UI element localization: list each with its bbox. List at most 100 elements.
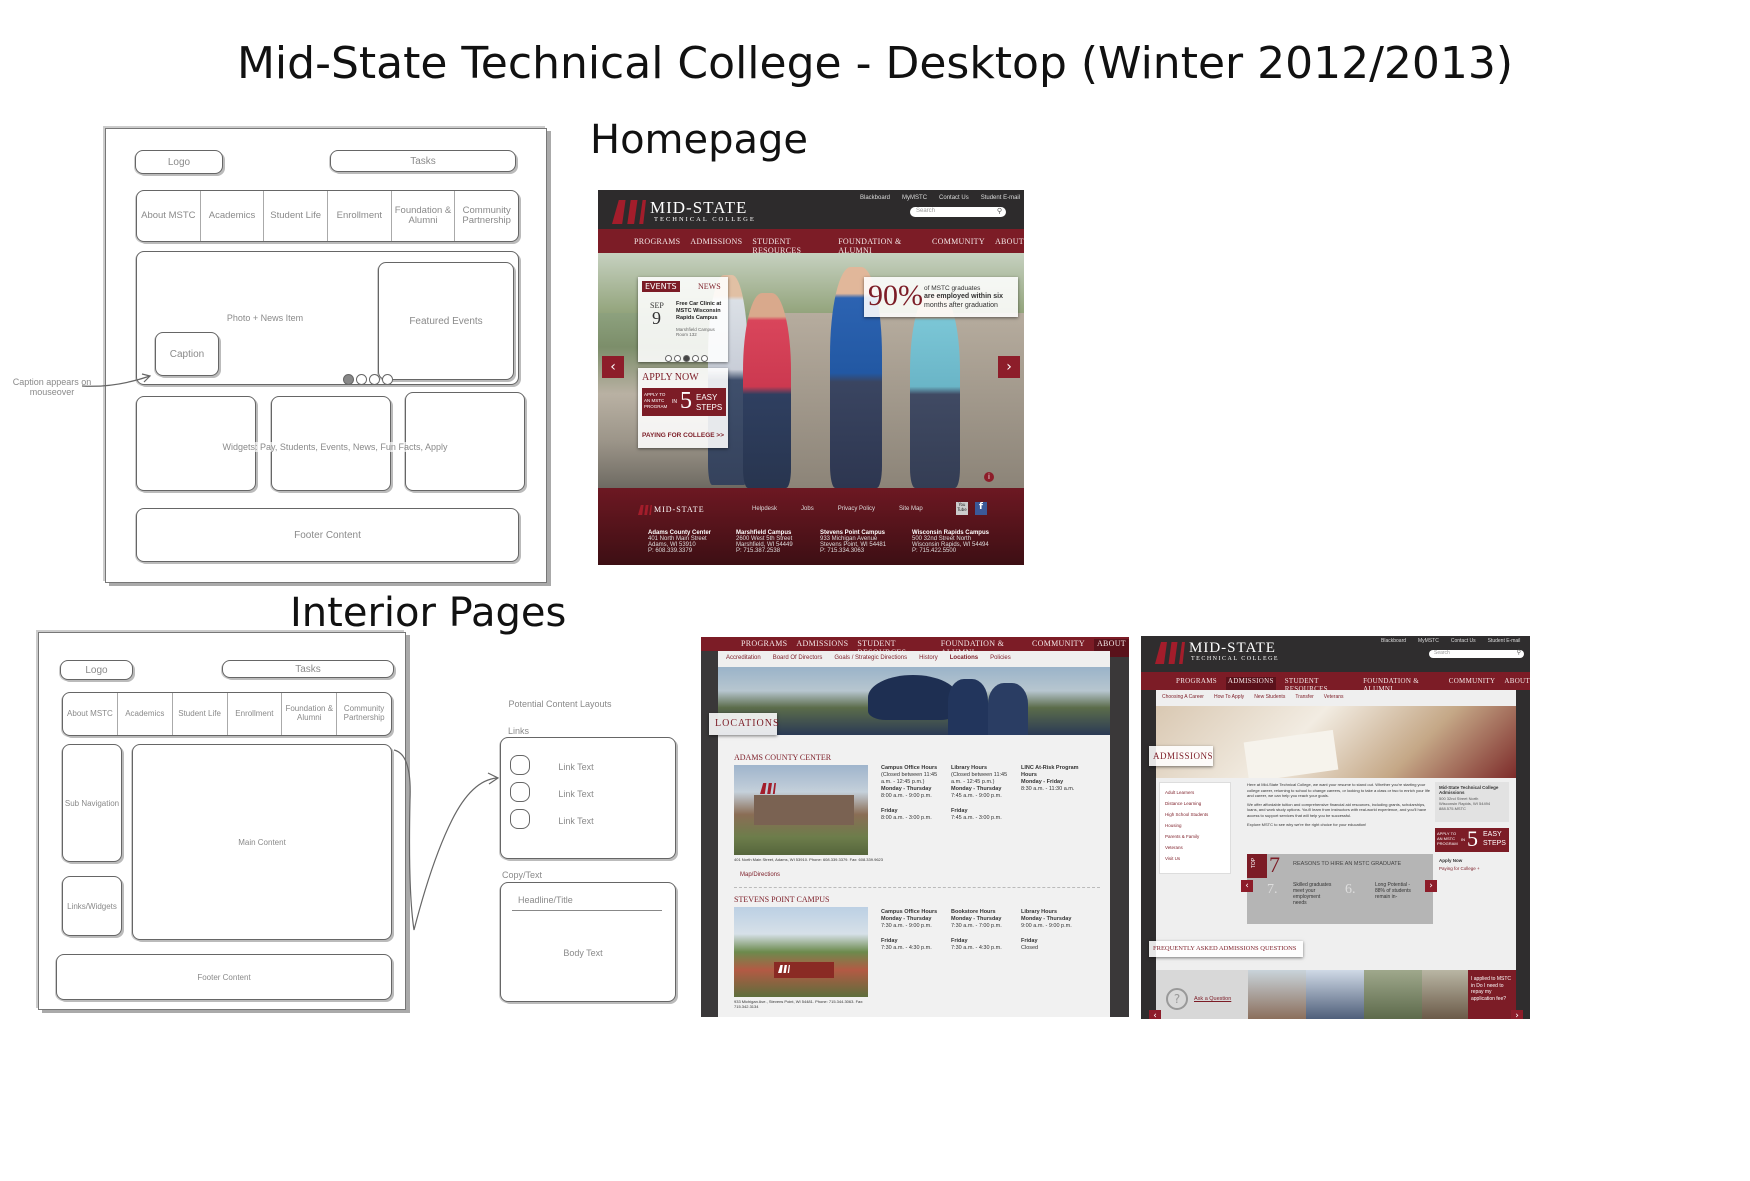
subnav-item[interactable]: New Students — [1254, 694, 1285, 700]
center-address: 933 Michigan Ave., Stevens Point, WI 544… — [734, 999, 864, 1009]
wf-link-text: Link Text — [558, 816, 594, 826]
search-icon[interactable]: ⚲ — [1517, 649, 1521, 656]
event-slider-dots[interactable] — [664, 347, 709, 366]
wf-nav-item: Academics — [201, 191, 265, 241]
utility-link[interactable]: Blackboard — [1381, 638, 1406, 644]
campus-block: Marshfield Campus 2600 West 5th Street M… — [736, 530, 793, 554]
footer-link[interactable]: Jobs — [801, 506, 814, 512]
tab-news[interactable]: NEWS — [698, 282, 721, 291]
campus-block: Stevens Point Campus 933 Michigan Avenue… — [820, 530, 887, 554]
footer-logo-text: MID-STATE — [654, 505, 705, 514]
mstc-logo-subtext: TECHNICAL COLLEGE — [654, 216, 756, 223]
campus-block: Wisconsin Rapids Campus 500 32nd Street … — [912, 530, 989, 554]
faq-prev-button[interactable]: ‹ — [1149, 1010, 1161, 1019]
utility-link[interactable]: MyMSTC — [1418, 638, 1439, 644]
wf-photo-news: Photo + News Item — [226, 313, 304, 323]
subnav-item[interactable]: Choosing A Career — [1162, 694, 1204, 700]
hero-prev-button[interactable]: ‹ — [602, 356, 624, 378]
main-nav: PROGRAMS ADMISSIONS STUDENT RESOURCES FO… — [598, 229, 1024, 255]
search-icon[interactable]: ⚲ — [997, 207, 1002, 215]
faq-next-button[interactable]: › — [1511, 1010, 1523, 1019]
mstc-logo-icon[interactable] — [1155, 642, 1185, 664]
wf-sub-navigation: Sub Navigation — [62, 744, 122, 862]
wf-potential-layouts: Potential Content Layouts — [508, 699, 612, 709]
subnav-item[interactable]: Veterans — [1324, 694, 1344, 700]
hours-block: Bookstore Hours Monday - Thursday 7:30 a… — [951, 909, 1002, 951]
utility-link[interactable]: Student E-mail — [981, 195, 1020, 201]
search-input[interactable]: Search ⚲ — [910, 207, 1006, 217]
chevron-left-icon: ‹ — [1153, 1011, 1157, 1019]
top7-panel: TOP 7 REASONS TO HIRE AN MSTC GRADUATE 7… — [1247, 852, 1433, 924]
wf-link-text: Link Text — [558, 762, 594, 772]
wf-widgets-label: Widgets: Pay, Students, Events, News, Fu… — [200, 442, 470, 452]
subnav-item[interactable]: Policies — [990, 655, 1011, 661]
footer-link[interactable]: Privacy Policy — [838, 506, 875, 512]
subnav-item[interactable]: Board Of Directors — [773, 655, 823, 661]
wf-nav-item: About MSTC — [137, 191, 201, 241]
adm-main-nav: PROGRAMS ADMISSIONS STUDENT RESOURCES FO… — [1141, 672, 1530, 693]
page-title: Mid-State Technical College - Desktop (W… — [236, 38, 1514, 89]
utility-link[interactable]: Contact Us — [1451, 638, 1476, 644]
sidebar-link[interactable]: Distance Learning — [1165, 798, 1225, 809]
subnav-item[interactable]: Transfer — [1295, 694, 1313, 700]
top7-title: REASONS TO HIRE AN MSTC GRADUATE — [1293, 861, 1402, 867]
wf-int-tasks: Tasks — [222, 660, 394, 678]
search-input[interactable]: Search ⚲ — [1429, 649, 1524, 658]
tab-events[interactable]: EVENTS — [642, 281, 680, 292]
event-title[interactable]: Free Car Clinic at MSTC Wisconsin Rapids… — [676, 301, 726, 322]
sidebar-link[interactable]: Adult Learners — [1165, 787, 1225, 798]
subnav-item[interactable]: How To Apply — [1214, 694, 1244, 700]
subnav-item[interactable]: Goals / Strategic Directions — [834, 655, 907, 661]
mstc-logo[interactable] — [612, 200, 646, 228]
faq-title-box: FREQUENTLY ASKED ADMISSIONS QUESTIONS — [1149, 941, 1303, 957]
wf-nav-item: Enrollment — [328, 191, 392, 241]
adm-apply-button[interactable]: APPLY TO AN MSTC PROGRAM IN 5 EASY STEPS — [1435, 826, 1509, 852]
adams-center-photo — [734, 765, 868, 855]
adm-intro: Here at Mid-State Technical College, we … — [1247, 782, 1430, 827]
stat-line-1: of MSTC graduates — [924, 285, 981, 292]
ask-question-link[interactable]: Ask a Question — [1194, 996, 1231, 1002]
utility-link[interactable]: MyMSTC — [902, 195, 927, 201]
facebook-icon[interactable]: f — [975, 502, 987, 515]
footer-link[interactable]: Helpdesk — [752, 506, 777, 512]
sidebar-link[interactable]: Housing — [1165, 820, 1225, 831]
faq-question[interactable]: I applied to MSTC in Do I need to repay … — [1471, 976, 1515, 1002]
adm-apply-now-link[interactable]: Apply Now — [1439, 858, 1462, 863]
footer-link[interactable]: Site Map — [899, 506, 923, 512]
loc-page-title: LOCATIONS — [715, 718, 780, 729]
utility-link[interactable]: Student E-mail — [1488, 638, 1521, 644]
top7-next-button[interactable]: › — [1425, 880, 1437, 892]
chevron-left-icon: ‹ — [610, 359, 616, 375]
stevens-point-photo — [734, 907, 868, 997]
subnav-item[interactable]: History — [919, 655, 938, 661]
utility-link[interactable]: Contact Us — [939, 195, 969, 201]
youtube-icon[interactable]: You Tube — [956, 502, 968, 515]
utility-link[interactable]: Blackboard — [860, 195, 890, 201]
hero-next-button[interactable]: › — [998, 356, 1020, 378]
wf-nav-item: Foundation & Alumni — [392, 191, 456, 241]
subnav-item[interactable]: Accreditation — [726, 655, 761, 661]
wf-nav-item: Student Life — [264, 191, 328, 241]
mstc-logo-subtext: TECHNICAL COLLEGE — [1191, 656, 1280, 662]
map-directions-link[interactable]: Map/Directions — [740, 872, 780, 878]
sidebar-link[interactable]: Veterans — [1165, 842, 1225, 853]
adm-page-title: ADMISSIONS — [1153, 751, 1214, 761]
wf-caption-arrow — [81, 373, 152, 387]
info-icon[interactable]: i — [984, 472, 994, 482]
apply-button[interactable]: APPLY TO AN MSTC PROGRAM IN 5 EASY STEPS — [642, 388, 726, 416]
adm-paying-link[interactable]: Paying for College + — [1439, 866, 1480, 871]
sidebar-link[interactable]: High School Students — [1165, 809, 1225, 820]
campus-block: Adams County Center 401 North Main Stree… — [648, 530, 712, 554]
sidebar-link[interactable]: Visit Us — [1165, 853, 1225, 864]
wf-nav-item: Community Partnership — [462, 204, 511, 226]
subnav-item-active[interactable]: Locations — [950, 655, 978, 661]
top7-prev-button[interactable]: ‹ — [1241, 880, 1253, 892]
apply-panel: APPLY NOW APPLY TO AN MSTC PROGRAM IN 5 … — [638, 368, 728, 448]
paying-for-college-link[interactable]: PAYING FOR COLLEGE >> — [642, 432, 724, 439]
loc-subnav: Accreditation Board Of Directors Goals /… — [718, 651, 1110, 667]
top7-number: 7 — [1269, 852, 1280, 877]
sidebar-link[interactable]: Parents & Family — [1165, 831, 1225, 842]
admissions-mockup: MID-STATE TECHNICAL COLLEGE Blackboard M… — [1141, 636, 1530, 1019]
question-icon: ? — [1166, 988, 1188, 1010]
mstc-logo-icon — [612, 200, 646, 224]
